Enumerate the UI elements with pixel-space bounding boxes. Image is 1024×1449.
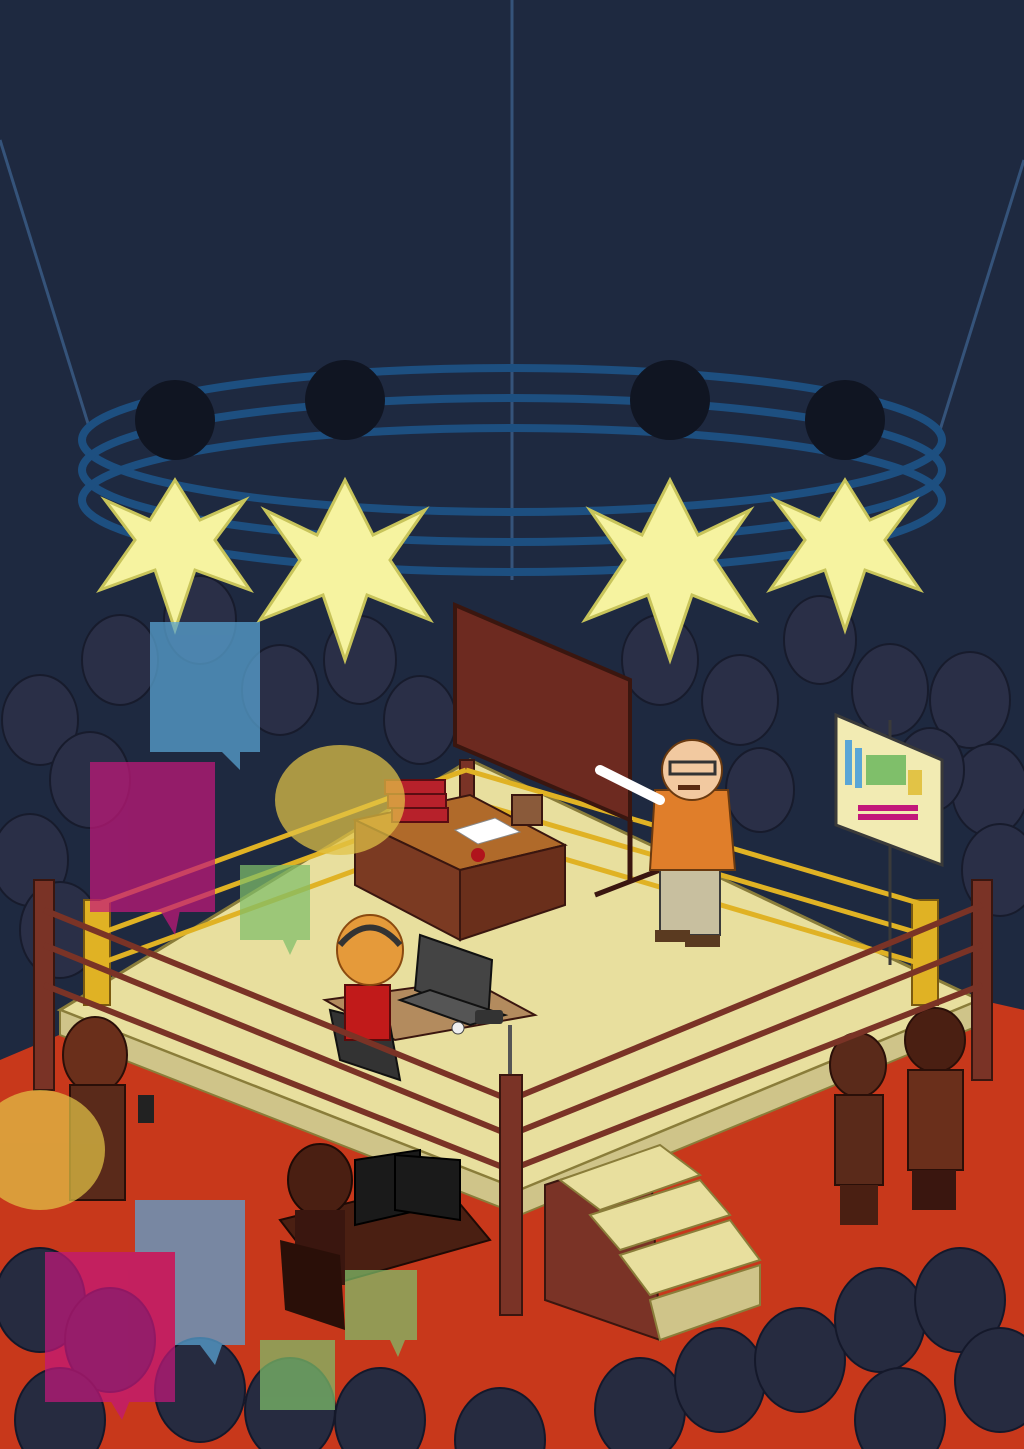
chat-bubble-icon (90, 762, 215, 935)
apple-icon (471, 848, 485, 862)
chat-bubble-icon (275, 745, 405, 855)
phone (475, 1010, 503, 1024)
classroom-boxing-ring-scene (0, 0, 1024, 1449)
corner-pad (911, 899, 939, 1006)
teacher-chair (511, 794, 543, 826)
corner-pad (83, 899, 111, 1006)
mouse (451, 1021, 465, 1035)
chat-bubble-icon (45, 1252, 175, 1420)
chat-bubble-icon (260, 1340, 335, 1410)
scene-illustration (0, 0, 1024, 1449)
chat-bubble-icon (150, 622, 260, 770)
